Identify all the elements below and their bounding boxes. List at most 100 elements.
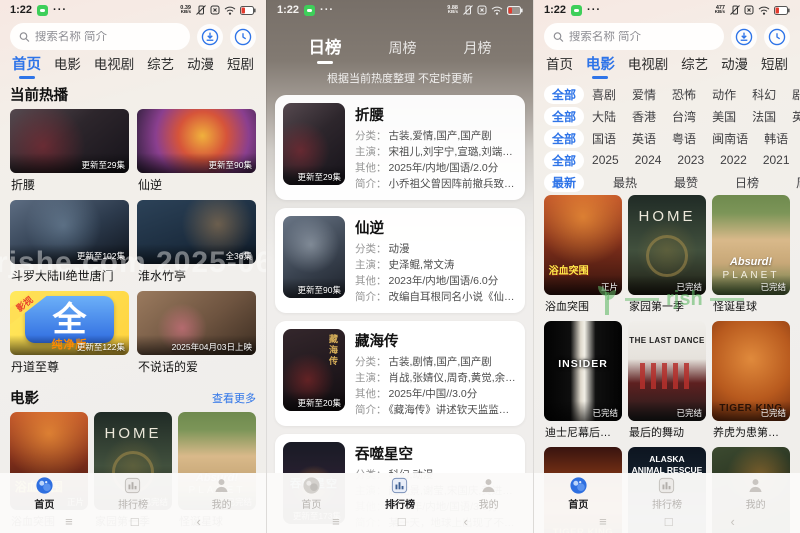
nav-mine[interactable]: 我的 <box>459 476 519 511</box>
android-home-button[interactable]: □ <box>665 515 673 528</box>
nav-rank[interactable]: 排行榜 <box>370 476 430 511</box>
tab-short[interactable]: 短剧 <box>761 57 788 78</box>
filter-option[interactable]: 粤语 <box>664 129 704 148</box>
filter-option[interactable]: 台湾 <box>664 107 704 126</box>
tab-variety[interactable]: 综艺 <box>681 57 708 78</box>
movie-card[interactable]: INSIDER已完结 迪士尼幕后探秘... <box>544 321 622 447</box>
filter-option[interactable]: 国语 <box>584 129 624 148</box>
nav-mine[interactable]: 我的 <box>726 476 786 511</box>
android-menu-button[interactable]: ≡ <box>332 515 340 528</box>
category-tabs: 首页 电影 电视剧 综艺 动漫 短剧 <box>0 55 266 79</box>
filter-option[interactable]: 剧情 <box>784 85 800 104</box>
vibrate-icon <box>463 5 473 15</box>
filter-option[interactable]: 英语 <box>624 129 664 148</box>
filter-option[interactable]: 闽南语 <box>704 129 756 148</box>
tab-movie[interactable]: 电影 <box>586 57 615 79</box>
android-back-button[interactable]: ‹ <box>731 515 735 528</box>
hot-card[interactable]: 更新至29集 折腰 <box>10 109 129 200</box>
download-button[interactable] <box>731 24 757 50</box>
bottom-nav: 首页 排行榜 我的 ≡ □ ‹ <box>267 473 533 533</box>
android-home-button[interactable]: □ <box>131 515 139 528</box>
movie-card[interactable]: HOME已完结 家园第一季 <box>628 195 706 321</box>
filter-option[interactable]: 爱情 <box>624 85 664 104</box>
history-button[interactable] <box>764 24 790 50</box>
movie-card[interactable]: THE LAST DANCE已完结 最后的舞动 <box>628 321 706 447</box>
rank-item[interactable]: 更新至29集 折腰 分类：古装,爱情,国产,国产剧 主演：宋祖儿,刘宇宁,宣璐,… <box>275 95 525 200</box>
tab-home[interactable]: 首页 <box>12 57 41 79</box>
vibrate-icon <box>730 5 740 15</box>
search-input[interactable] <box>569 31 715 43</box>
filter-option[interactable]: 美国 <box>704 107 744 126</box>
android-back-button[interactable]: ‹ <box>197 515 201 528</box>
movie-card[interactable]: Absurd!PLANET已完结 怪诞星球 <box>712 195 790 321</box>
tab-tv[interactable]: 电视剧 <box>94 57 135 78</box>
tab-monthly[interactable]: 月榜 <box>464 38 492 64</box>
tab-tv[interactable]: 电视剧 <box>628 57 669 78</box>
movie-card[interactable]: 浴血突围正片 浴血突围 <box>544 195 622 321</box>
tab-anime[interactable]: 动漫 <box>721 57 748 78</box>
hot-card[interactable]: 更新至102集 斗罗大陆II绝世唐门 <box>10 200 129 291</box>
filter-option[interactable]: 日语 <box>796 129 800 148</box>
filter-option[interactable]: 动作 <box>704 85 744 104</box>
hot-card[interactable]: 影视 全 纯净版 更新至122集 丹道至尊 <box>10 291 129 382</box>
filter-option[interactable]: 最热 <box>605 173 645 192</box>
search-bar[interactable] <box>10 23 190 50</box>
filter-option[interactable]: 法国 <box>744 107 784 126</box>
filter-sort: 最新 最热 最赞 日榜 周榜 月榜 <box>544 171 790 193</box>
tab-short[interactable]: 短剧 <box>227 57 254 78</box>
tab-variety[interactable]: 综艺 <box>147 57 174 78</box>
rank-item[interactable]: 藏海传更新至20集 藏海传 分类：古装,剧情,国产,国产剧 主演：肖战,张婧仪,… <box>275 321 525 426</box>
more-dots-icon: ··· <box>587 4 601 16</box>
tab-anime[interactable]: 动漫 <box>187 57 214 78</box>
tab-movie[interactable]: 电影 <box>54 57 81 78</box>
filter-option[interactable]: 全部 <box>544 151 584 170</box>
filter-option[interactable]: 2023 <box>669 152 712 168</box>
filter-option[interactable]: 2022 <box>712 152 755 168</box>
android-menu-button[interactable]: ≡ <box>599 515 607 528</box>
tab-weekly[interactable]: 周榜 <box>389 38 417 64</box>
filter-option[interactable]: 韩语 <box>756 129 796 148</box>
search-input[interactable] <box>35 31 181 43</box>
android-back-button[interactable]: ‹ <box>464 515 468 528</box>
filter-option[interactable]: 最赞 <box>666 173 706 192</box>
rank-item-desc: 简介：改编自耳根同名小说《仙逆》，... <box>355 289 517 305</box>
nav-home[interactable]: 首页 <box>281 476 341 511</box>
nav-mine[interactable]: 我的 <box>192 476 252 511</box>
android-home-button[interactable]: □ <box>398 515 406 528</box>
filter-option[interactable]: 大陆 <box>584 107 624 126</box>
hot-title: 仙逆 <box>138 176 255 193</box>
download-button[interactable] <box>197 24 223 50</box>
filter-option[interactable]: 全部 <box>544 85 584 104</box>
filter-option[interactable]: 周榜 <box>788 173 800 192</box>
history-button[interactable] <box>230 24 256 50</box>
filter-option[interactable]: 2025 <box>584 152 627 168</box>
android-menu-button[interactable]: ≡ <box>65 515 73 528</box>
hot-card[interactable]: 2025年04月03日上映 不说话的爱 <box>137 291 256 382</box>
filter-option[interactable]: 科幻 <box>744 85 784 104</box>
see-more-link[interactable]: 查看更多 <box>212 390 256 406</box>
hot-card[interactable]: 全36集 淮水竹亭 <box>137 200 256 291</box>
filter-year: 全部 2025 2024 2023 2022 2021 2020 <box>544 149 790 171</box>
filter-option[interactable]: 香港 <box>624 107 664 126</box>
filter-language: 全部 国语 英语 粤语 闽南语 韩语 日语 <box>544 127 790 149</box>
search-bar[interactable] <box>544 23 724 50</box>
filter-option[interactable]: 2021 <box>755 152 798 168</box>
filter-option[interactable]: 全部 <box>544 129 584 148</box>
tab-home[interactable]: 首页 <box>546 57 573 78</box>
filter-option[interactable]: 全部 <box>544 107 584 126</box>
hot-card[interactable]: 更新至90集 仙逆 <box>137 109 256 200</box>
nav-rank[interactable]: 排行榜 <box>637 476 697 511</box>
filter-option[interactable]: 最新 <box>544 173 584 192</box>
filter-option[interactable]: 2024 <box>627 152 670 168</box>
filter-option[interactable]: 日榜 <box>727 173 767 192</box>
nav-home[interactable]: 首页 <box>14 476 74 511</box>
filter-option[interactable]: 英国 <box>784 107 800 126</box>
nav-home[interactable]: 首页 <box>548 476 608 511</box>
rank-item[interactable]: 更新至90集 仙逆 分类：动漫 主演：史泽鲲,常文涛 其他：2023年/内地/国… <box>275 208 525 313</box>
movie-card[interactable]: TIGER KING已完结 养虎为患第一季 <box>712 321 790 447</box>
rank-item-cast: 主演：宋祖儿,刘宇宁,宣璐,刘端端,刘晓... <box>355 144 517 160</box>
filter-option[interactable]: 喜剧 <box>584 85 624 104</box>
filter-option[interactable]: 恐怖 <box>664 85 704 104</box>
tab-daily[interactable]: 日榜 <box>309 34 342 64</box>
nav-rank[interactable]: 排行榜 <box>103 476 163 511</box>
